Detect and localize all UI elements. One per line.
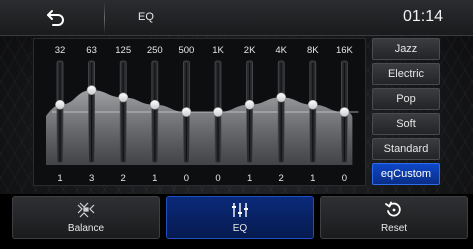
preset-soft[interactable]: Soft xyxy=(372,113,440,135)
band-value-label: 1 xyxy=(247,173,252,184)
band-frequency-label: 1K xyxy=(212,45,224,56)
balance-button[interactable]: Balance xyxy=(12,196,160,239)
band-value-label: 3 xyxy=(89,173,94,184)
band-slider-knob xyxy=(86,85,97,96)
reset-button[interactable]: Reset xyxy=(320,196,468,239)
reset-button-label: Reset xyxy=(380,223,408,234)
header-bar: EQ 01:14 xyxy=(0,0,473,36)
band-value-label: 0 xyxy=(215,173,220,184)
band-slider-knob xyxy=(244,99,255,110)
band-value-label: 2 xyxy=(121,173,126,184)
band-slider-knob xyxy=(181,107,192,117)
preset-electric[interactable]: Electric xyxy=(372,63,440,85)
eq-button[interactable]: EQ xyxy=(166,196,314,239)
band-slider-knob xyxy=(55,99,65,110)
balance-icon xyxy=(77,202,95,218)
band-value-label: 1 xyxy=(152,173,157,184)
bottom-bar: Balance EQ Reset xyxy=(0,194,473,249)
equalizer-panel: 32 1 63 3 125 2 250 1 500 0 1K 0 2K 1 4K 2 8K 1 16K 0 xyxy=(33,38,366,186)
back-button[interactable] xyxy=(36,6,76,30)
band-frequency-label: 125 xyxy=(115,45,131,56)
preset-jazz[interactable]: Jazz xyxy=(372,38,440,60)
band-slider-knob xyxy=(339,107,350,117)
band-frequency-label: 500 xyxy=(178,45,194,56)
preset-standard[interactable]: Standard xyxy=(372,138,440,160)
equalizer-sliders-icon xyxy=(232,203,248,217)
reset-icon xyxy=(385,201,401,217)
preset-eqcustom[interactable]: eqCustom xyxy=(372,163,440,185)
band-frequency-label: 63 xyxy=(86,45,97,56)
band-slider-knob xyxy=(307,99,318,110)
page-title: EQ xyxy=(138,11,154,23)
band-value-label: 0 xyxy=(342,173,347,184)
preset-pop[interactable]: Pop xyxy=(372,88,440,110)
band-frequency-label: 32 xyxy=(55,45,66,56)
balance-button-label: Balance xyxy=(67,223,105,234)
clock: 01:14 xyxy=(402,8,443,25)
equalizer-graph: 32 1 63 3 125 2 250 1 500 0 1K 0 2K 1 4K 2 8K 1 16K 0 xyxy=(46,45,359,184)
header-divider xyxy=(104,2,105,34)
eq-screen: EQ 01:14 32 1 63 3 125 2 250 1 500 0 1K 0 2K 1 4K 2 8K 1 1… xyxy=(0,0,473,249)
band-slider-knob xyxy=(276,92,287,103)
band-value-label: 0 xyxy=(184,173,189,184)
back-arrow-icon xyxy=(47,10,64,26)
preset-list: Jazz Electric Pop Soft Standard eqCustom xyxy=(372,38,440,188)
band-frequency-label: 4K xyxy=(275,45,287,56)
band-slider-knob xyxy=(149,99,160,110)
band-value-label: 2 xyxy=(279,173,284,184)
band-frequency-label: 16K xyxy=(336,45,354,56)
band-frequency-label: 8K xyxy=(307,45,319,56)
band-slider-knob xyxy=(118,92,129,103)
band-slider-knob xyxy=(213,107,223,117)
eq-button-label: EQ xyxy=(232,223,248,234)
band-value-label: 1 xyxy=(310,173,315,184)
band-value-label: 1 xyxy=(57,173,62,184)
band-frequency-label: 250 xyxy=(147,45,163,56)
band-frequency-label: 2K xyxy=(244,45,256,56)
